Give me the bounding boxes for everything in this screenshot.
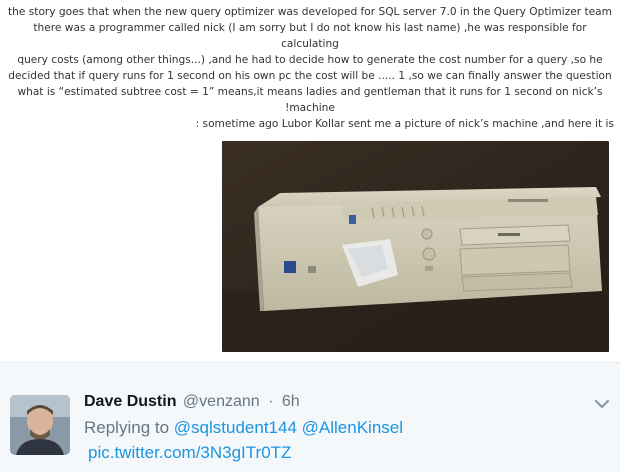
blog-content: the story goes that when the new query o… bbox=[0, 0, 620, 362]
computer-photo bbox=[222, 141, 609, 352]
story-line: !machine bbox=[285, 102, 335, 114]
tweet-time[interactable]: 6h bbox=[282, 393, 300, 410]
story-line: decided that if query runs for 1 second … bbox=[8, 70, 612, 82]
chevron-down-icon[interactable] bbox=[594, 397, 610, 409]
tweet-header: Dave Dustin @venzann · 6h bbox=[84, 393, 300, 411]
pic-link[interactable]: pic.twitter.com/3N3gITr0TZ bbox=[88, 443, 291, 463]
mention-link[interactable]: @AllenKinsel bbox=[302, 418, 403, 437]
story-line: there was a programmer called nick (I am… bbox=[33, 22, 587, 50]
picture-intro-paragraph: : sometime ago Lubor Kollar sent me a pi… bbox=[195, 118, 614, 130]
story-line: the story goes that when the new query o… bbox=[8, 6, 612, 18]
separator-dot: · bbox=[268, 393, 274, 410]
computer-photo-drawing bbox=[222, 141, 609, 352]
author-name[interactable]: Dave Dustin bbox=[84, 393, 176, 410]
author-handle[interactable]: @venzann bbox=[183, 393, 260, 410]
story-line: query costs (among other things...) ,and… bbox=[17, 54, 603, 66]
replying-to-label: Replying to bbox=[84, 418, 170, 437]
replying-to: Replying to @sqlstudent144 @AllenKinsel bbox=[84, 418, 403, 438]
avatar[interactable] bbox=[10, 395, 70, 455]
story-paragraph: the story goes that when the new query o… bbox=[6, 4, 614, 116]
mention-link[interactable]: @sqlstudent144 bbox=[174, 418, 297, 437]
story-line: what is “estimated subtree cost = 1” mea… bbox=[17, 86, 603, 98]
avatar-image bbox=[10, 395, 70, 455]
tweet-card[interactable]: Dave Dustin @venzann · 6h Replying to @s… bbox=[0, 362, 620, 472]
